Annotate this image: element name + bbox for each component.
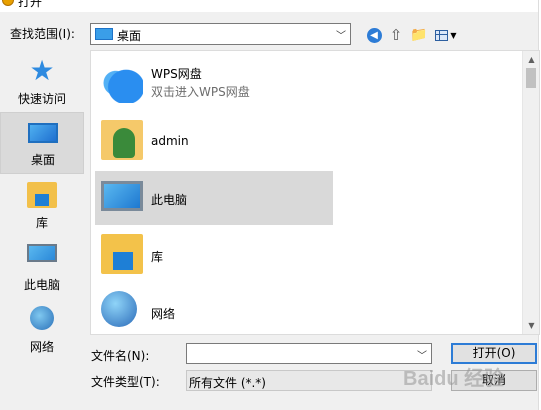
- app-icon: [2, 0, 14, 6]
- places-bar: ★ 快速访问 桌面 库 此电脑 网络: [0, 50, 85, 380]
- filename-field[interactable]: [187, 344, 407, 363]
- scroll-up-icon[interactable]: ▲: [523, 51, 539, 68]
- place-label: 桌面: [30, 153, 55, 167]
- vertical-scrollbar[interactable]: ▲ ▼: [522, 51, 539, 334]
- desktop-icon: [95, 28, 113, 40]
- list-item[interactable]: admin: [95, 114, 333, 168]
- place-quick-access[interactable]: ★ 快速访问: [0, 52, 84, 114]
- up-folder-button[interactable]: ⇧: [386, 25, 406, 45]
- item-name: 库: [151, 250, 164, 264]
- look-in-value: 桌面: [117, 29, 142, 43]
- item-name: 网络: [151, 307, 176, 321]
- filetype-select[interactable]: 所有文件 (*.*): [186, 370, 432, 391]
- list-item[interactable]: WPS网盘 双击进入WPS网盘: [95, 57, 333, 111]
- desktop-icon: [28, 123, 58, 143]
- file-list: WPS网盘 双击进入WPS网盘 admin 此电脑 库 网络 ▲ ▼: [90, 50, 540, 335]
- new-folder-button[interactable]: 📁: [409, 25, 429, 45]
- scroll-down-icon[interactable]: ▼: [523, 317, 539, 334]
- place-label: 此电脑: [23, 278, 60, 292]
- item-subtitle: 双击进入WPS网盘: [151, 85, 250, 99]
- place-network[interactable]: 网络: [0, 300, 84, 362]
- views-menu-button[interactable]: ▼: [433, 25, 459, 45]
- up-folder-icon: ⇧: [389, 26, 403, 44]
- library-icon: [27, 182, 57, 208]
- network-icon: [30, 306, 54, 330]
- place-label: 网络: [29, 340, 54, 354]
- user-folder-icon: [101, 120, 143, 160]
- place-label: 库: [35, 216, 48, 230]
- title-bar: 打开: [0, 0, 541, 12]
- list-item[interactable]: 此电脑: [95, 171, 333, 225]
- computer-icon: [27, 244, 57, 262]
- place-this-pc[interactable]: 此电脑: [0, 238, 84, 300]
- item-name: admin: [151, 134, 189, 148]
- star-icon: ★: [29, 54, 55, 87]
- place-library[interactable]: 库: [0, 176, 84, 238]
- filetype-value: 所有文件 (*.*): [189, 376, 266, 390]
- cancel-button[interactable]: 取消: [451, 370, 537, 391]
- place-desktop[interactable]: 桌面: [0, 112, 84, 174]
- caret-down-icon: ▼: [450, 30, 457, 40]
- place-label: 快速访问: [17, 92, 66, 106]
- library-icon: [101, 234, 143, 274]
- item-name: WPS网盘: [151, 67, 202, 81]
- list-item[interactable]: 网络: [95, 285, 333, 334]
- back-arrow-icon: ◀: [366, 27, 382, 43]
- open-button[interactable]: 打开(O): [451, 343, 537, 364]
- list-item[interactable]: 库: [95, 228, 333, 282]
- filetype-label: 文件类型(T):: [91, 375, 160, 389]
- new-folder-icon: 📁: [410, 27, 428, 43]
- filename-label: 文件名(N):: [91, 349, 150, 363]
- item-name: 此电脑: [151, 193, 188, 207]
- view-menu-icon: [435, 29, 449, 41]
- back-button[interactable]: ◀: [364, 25, 384, 45]
- computer-icon: [101, 181, 143, 211]
- filename-combobox[interactable]: ﹀: [186, 343, 432, 364]
- network-icon: [101, 291, 137, 327]
- chevron-down-icon[interactable]: ﹀: [417, 347, 427, 362]
- chevron-down-icon: ﹀: [336, 31, 346, 42]
- look-in-dropdown[interactable]: 桌面 ﹀: [90, 23, 351, 45]
- scroll-thumb[interactable]: [526, 68, 536, 88]
- look-in-label: 查找范围(I):: [10, 27, 75, 41]
- cloud-icon: [101, 63, 143, 103]
- window-title: 打开: [18, 0, 43, 9]
